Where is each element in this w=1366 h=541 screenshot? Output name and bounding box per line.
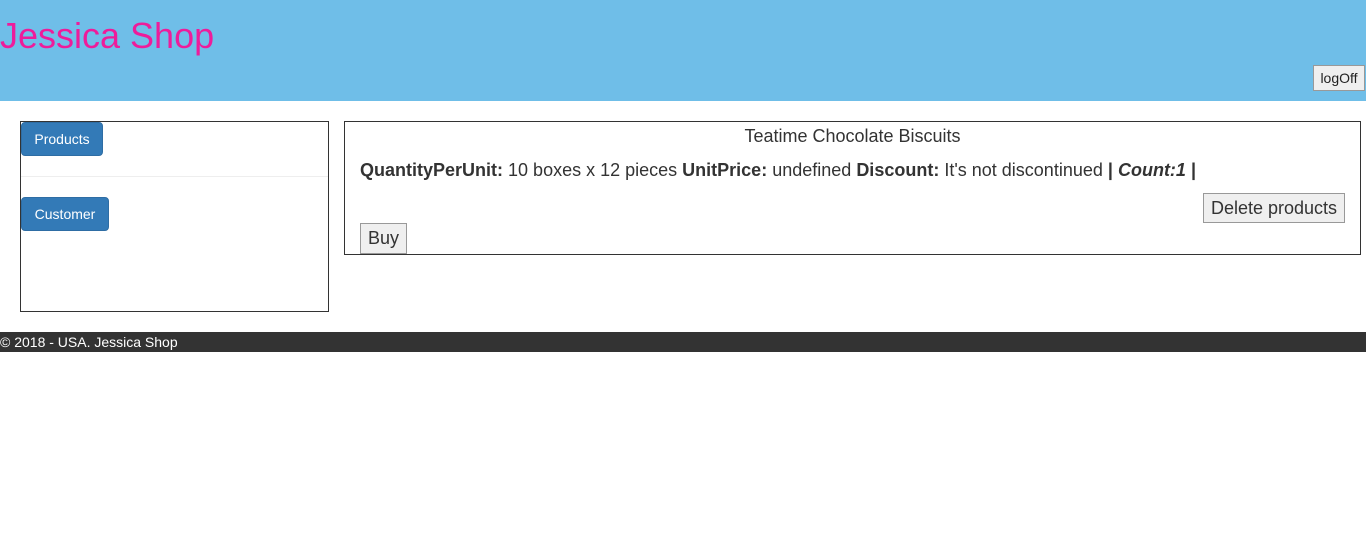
logoff-button[interactable]: logOff [1313,65,1365,91]
site-footer: © 2018 - USA. Jessica Shop [0,332,1366,352]
discount-label: Discount: [856,160,940,180]
count-text: Count:1 [1117,160,1186,180]
quantity-value: 10 boxes x 12 pieces [508,160,678,180]
sidebar: Products Customer [20,121,329,312]
separator-right: | [1190,160,1196,180]
buy-button[interactable]: Buy [360,223,407,254]
footer-text: © 2018 - USA. Jessica Shop [0,334,178,350]
separator-left: | [1107,160,1113,180]
products-button[interactable]: Products [21,122,103,156]
site-title: Jessica Shop [0,15,215,56]
delete-products-button[interactable]: Delete products [1203,193,1345,223]
price-value: undefined [772,160,852,180]
product-details: QuantityPerUnit: 10 boxes x 12 pieces Un… [360,159,1196,181]
quantity-label: QuantityPerUnit: [360,160,504,180]
sidebar-divider [21,176,328,177]
product-name: Teatime Chocolate Biscuits [744,126,961,146]
discount-value: It's not discontinued [944,160,1103,180]
customer-button[interactable]: Customer [21,197,109,231]
product-panel: Teatime Chocolate Biscuits QuantityPerUn… [344,121,1361,255]
site-header: Jessica Shop logOff [0,0,1366,101]
price-label: UnitPrice: [682,160,768,180]
